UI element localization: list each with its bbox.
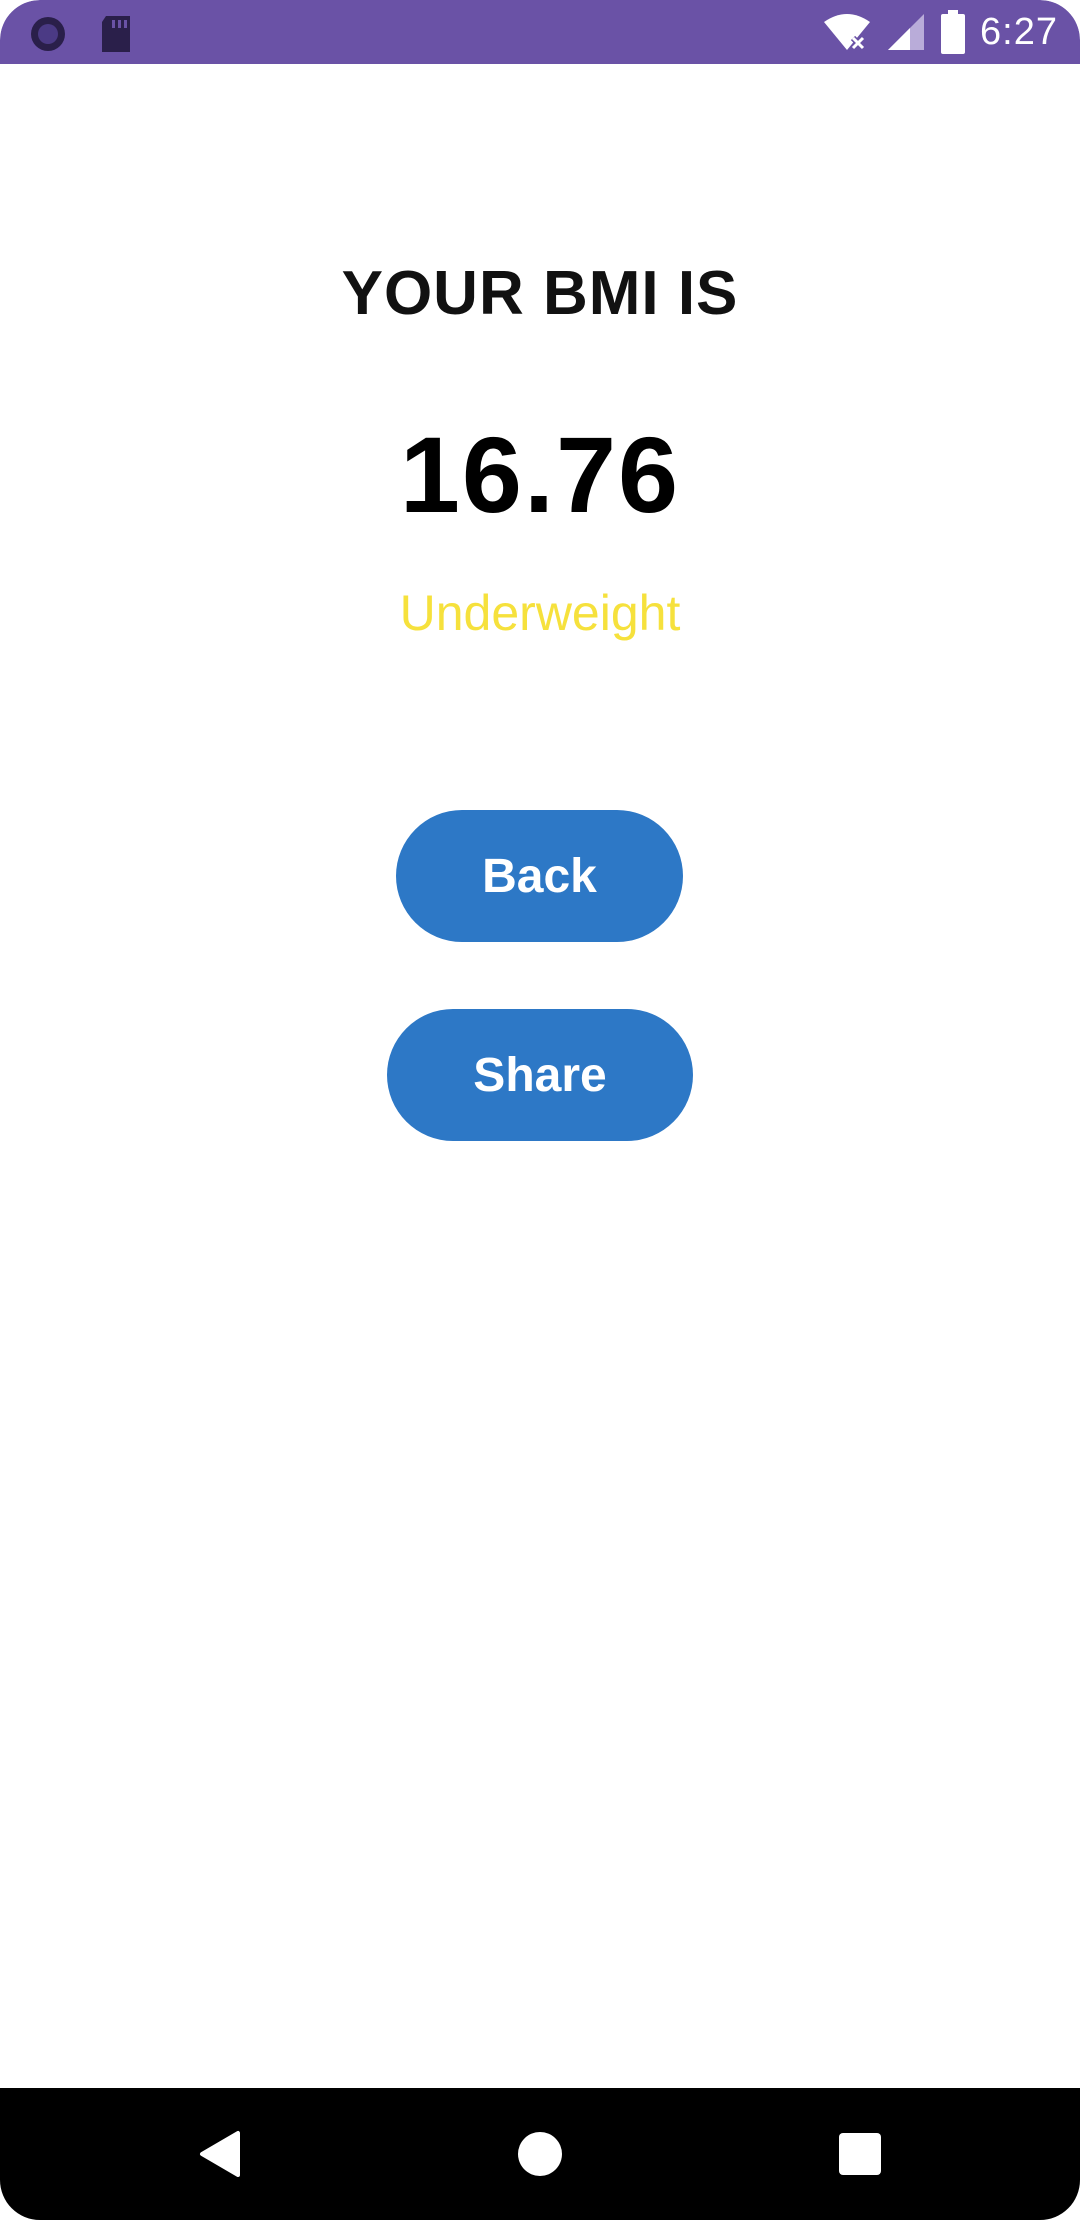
bmi-category: Underweight bbox=[399, 585, 681, 641]
wifi-off-icon bbox=[824, 14, 871, 51]
status-bar: 6:27 bbox=[0, 0, 1080, 64]
nav-home-button[interactable] bbox=[508, 2122, 572, 2186]
result-title: YOUR BMI IS bbox=[341, 259, 739, 328]
back-button[interactable]: Back bbox=[396, 810, 683, 942]
share-button[interactable]: Share bbox=[387, 1009, 693, 1141]
navigation-bar bbox=[0, 2088, 1080, 2220]
app-screen: 6:27 YOUR BMI IS 16.76 Underweight Back … bbox=[0, 0, 1080, 2220]
bmi-value: 16.76 bbox=[399, 414, 681, 535]
status-icons: 6:27 bbox=[822, 0, 1058, 64]
back-triangle-icon bbox=[200, 2131, 240, 2177]
circle-icon bbox=[31, 17, 65, 51]
recents-square-icon bbox=[839, 2133, 881, 2175]
sd-card-icon bbox=[102, 16, 130, 52]
signal-icon bbox=[888, 14, 925, 50]
battery-icon bbox=[941, 10, 966, 54]
nav-recents-button[interactable] bbox=[828, 2122, 892, 2186]
status-time: 6:27 bbox=[980, 10, 1058, 53]
nav-back-button[interactable] bbox=[188, 2122, 252, 2186]
home-circle-icon bbox=[518, 2132, 562, 2176]
